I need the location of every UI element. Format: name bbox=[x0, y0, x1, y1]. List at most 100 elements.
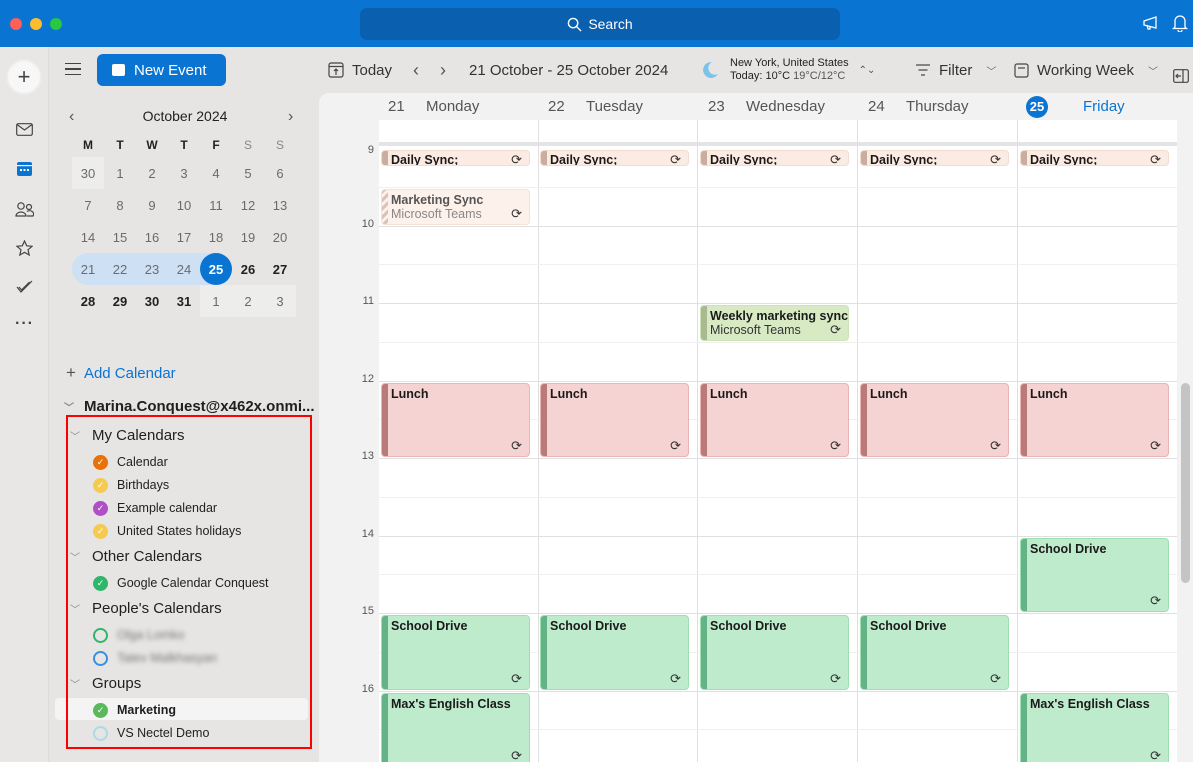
half-hour-line bbox=[379, 496, 1177, 498]
calendar-event[interactable]: Lunch ⟳ bbox=[381, 382, 530, 457]
calendar-event[interactable]: Daily Sync; ⟳ bbox=[700, 150, 849, 167]
close-window-button[interactable] bbox=[10, 18, 22, 30]
mini-calendar-day[interactable]: 2 bbox=[232, 285, 264, 317]
calendar-event[interactable]: Daily Sync; ⟳ bbox=[860, 150, 1009, 167]
account-header[interactable]: ﹀ Marina.Conquest@x462x.onmi... bbox=[64, 398, 315, 415]
mini-calendar-day[interactable]: 27 bbox=[264, 253, 296, 285]
mini-calendar-day[interactable]: 18 bbox=[200, 221, 232, 253]
mini-calendar-day[interactable]: 9 bbox=[136, 189, 168, 221]
mini-calendar-day[interactable]: 24 bbox=[168, 253, 200, 285]
event-title: Daily Sync; bbox=[391, 153, 459, 167]
bell-icon[interactable] bbox=[1172, 14, 1188, 32]
mini-calendar-day[interactable]: 17 bbox=[168, 221, 200, 253]
day-header[interactable]: 23 Wednesday bbox=[700, 93, 858, 120]
mini-calendar-day[interactable]: 5 bbox=[232, 157, 264, 189]
more-icon[interactable]: ··· bbox=[0, 315, 49, 333]
mini-calendar-day[interactable]: 20 bbox=[264, 221, 296, 253]
mini-calendar-day[interactable]: 13 bbox=[264, 189, 296, 221]
weather-widget[interactable]: New York, United States Today: 10°C 19°C… bbox=[700, 56, 875, 84]
day-divider bbox=[538, 120, 539, 762]
mini-calendar-day[interactable]: 4 bbox=[200, 157, 232, 189]
mini-calendar-day[interactable]: 2 bbox=[136, 157, 168, 189]
mini-calendar-day[interactable]: 28 bbox=[72, 285, 104, 317]
mini-calendar-today[interactable]: 25 bbox=[200, 253, 232, 285]
side-panel-toggle-icon[interactable] bbox=[1173, 62, 1189, 90]
calendar-event[interactable]: Daily Sync; ⟳ bbox=[381, 150, 530, 167]
hour-label: 11 bbox=[362, 295, 374, 307]
day-name: Tuesday bbox=[586, 98, 643, 115]
week-grid[interactable]: Daily Sync; ⟳ Daily Sync; ⟳ Daily Sync; ⟳ Dail… bbox=[379, 120, 1177, 762]
calendar-event[interactable]: Daily Sync; ⟳ bbox=[540, 150, 689, 167]
calendar-event[interactable]: School Drive ⟳ bbox=[860, 615, 1009, 690]
mini-calendar-day[interactable]: 3 bbox=[168, 157, 200, 189]
mini-calendar-day[interactable]: 8 bbox=[104, 189, 136, 221]
mini-calendar-day[interactable]: 14 bbox=[72, 221, 104, 253]
hour-label: 12 bbox=[361, 372, 374, 385]
calendar-event[interactable]: School Drive ⟳ bbox=[381, 615, 530, 690]
next-week-button[interactable]: › bbox=[440, 56, 446, 84]
calendar-event[interactable]: Marketing Sync Microsoft Teams ⟳ bbox=[381, 188, 530, 225]
search-bar[interactable]: Search bbox=[360, 8, 840, 40]
mini-calendar-day[interactable]: 1 bbox=[200, 285, 232, 317]
weather-location: New York, United States bbox=[730, 57, 849, 69]
mini-calendar-next-icon[interactable]: › bbox=[288, 108, 293, 126]
mini-calendar-prev-icon[interactable]: ‹ bbox=[69, 108, 74, 126]
mail-icon[interactable] bbox=[16, 123, 33, 136]
zoom-window-button[interactable] bbox=[50, 18, 62, 30]
calendar-event[interactable]: Lunch ⟳ bbox=[540, 382, 689, 457]
day-header[interactable]: 24 Thursday bbox=[860, 93, 1018, 120]
mini-calendar-day[interactable]: 21 bbox=[72, 253, 104, 285]
calendar-event[interactable]: Weekly marketing sync Microsoft Teams ⟳ bbox=[700, 305, 849, 341]
mini-calendar-day[interactable]: 12 bbox=[232, 189, 264, 221]
event-location: Microsoft Teams bbox=[391, 206, 482, 221]
minimize-window-button[interactable] bbox=[30, 18, 42, 30]
day-header[interactable]: 25 Friday bbox=[1020, 93, 1178, 120]
calendar-event[interactable]: Lunch ⟳ bbox=[700, 382, 849, 457]
calendar-event[interactable]: Daily Sync; ⟳ bbox=[1020, 150, 1169, 167]
compose-button[interactable]: + bbox=[6, 59, 42, 95]
mini-calendar-day[interactable]: 7 bbox=[72, 189, 104, 221]
event-title: School Drive bbox=[870, 619, 947, 633]
mini-calendar-day[interactable]: 11 bbox=[200, 189, 232, 221]
mini-calendar-day[interactable]: 10 bbox=[168, 189, 200, 221]
mini-calendar-day[interactable]: 26 bbox=[232, 253, 264, 285]
calendar-event[interactable]: Lunch ⟳ bbox=[860, 382, 1009, 457]
people-icon[interactable] bbox=[15, 202, 34, 217]
todo-icon[interactable] bbox=[16, 279, 33, 294]
calendar-event[interactable]: School Drive ⟳ bbox=[700, 615, 849, 690]
calendar-event[interactable]: School Drive ⟳ bbox=[540, 615, 689, 690]
mini-calendar-day[interactable]: 1 bbox=[104, 157, 136, 189]
mini-calendar-day[interactable]: 22 bbox=[104, 253, 136, 285]
calendar-icon[interactable] bbox=[17, 162, 32, 176]
filter-button[interactable]: Filter ﹀ bbox=[915, 56, 996, 84]
hamburger-menu-icon[interactable] bbox=[65, 63, 81, 75]
mini-calendar-day[interactable]: 6 bbox=[264, 157, 296, 189]
mini-calendar-day[interactable]: 23 bbox=[136, 253, 168, 285]
new-event-button[interactable]: New Event bbox=[97, 54, 226, 86]
new-event-label: New Event bbox=[134, 61, 207, 79]
mini-calendar-day[interactable]: 31 bbox=[168, 285, 200, 317]
event-title: Lunch bbox=[1030, 386, 1068, 401]
day-header[interactable]: 22 Tuesday bbox=[540, 93, 698, 120]
mini-calendar-day[interactable]: 29 bbox=[104, 285, 136, 317]
prev-week-button[interactable]: ‹ bbox=[413, 56, 419, 84]
day-header[interactable]: 21 Monday bbox=[380, 93, 538, 120]
vertical-scrollbar[interactable] bbox=[1181, 383, 1190, 583]
calendar-event[interactable]: Lunch ⟳ bbox=[1020, 382, 1169, 457]
megaphone-icon[interactable] bbox=[1142, 15, 1160, 31]
calendar-event[interactable]: Max's English Class ⟳ bbox=[381, 692, 530, 762]
mini-calendar-day[interactable]: 30 bbox=[136, 285, 168, 317]
calendar-event[interactable]: School Drive ⟳ bbox=[1020, 537, 1169, 612]
mini-calendar-day[interactable]: 3 bbox=[264, 285, 296, 317]
mini-calendar-day[interactable]: 15 bbox=[104, 221, 136, 253]
mini-calendar-day[interactable]: 19 bbox=[232, 221, 264, 253]
mini-calendar-day[interactable]: 30 bbox=[72, 157, 104, 189]
hour-line bbox=[379, 690, 1177, 692]
all-day-row[interactable] bbox=[379, 120, 1177, 146]
add-calendar-button[interactable]: + Add Calendar bbox=[66, 363, 176, 383]
favorites-icon[interactable] bbox=[16, 240, 33, 256]
view-selector[interactable]: Working Week ﹀ bbox=[1014, 56, 1158, 84]
calendar-event[interactable]: Max's English Class ⟳ bbox=[1020, 692, 1169, 762]
today-button[interactable]: Today bbox=[328, 56, 392, 84]
mini-calendar-day[interactable]: 16 bbox=[136, 221, 168, 253]
